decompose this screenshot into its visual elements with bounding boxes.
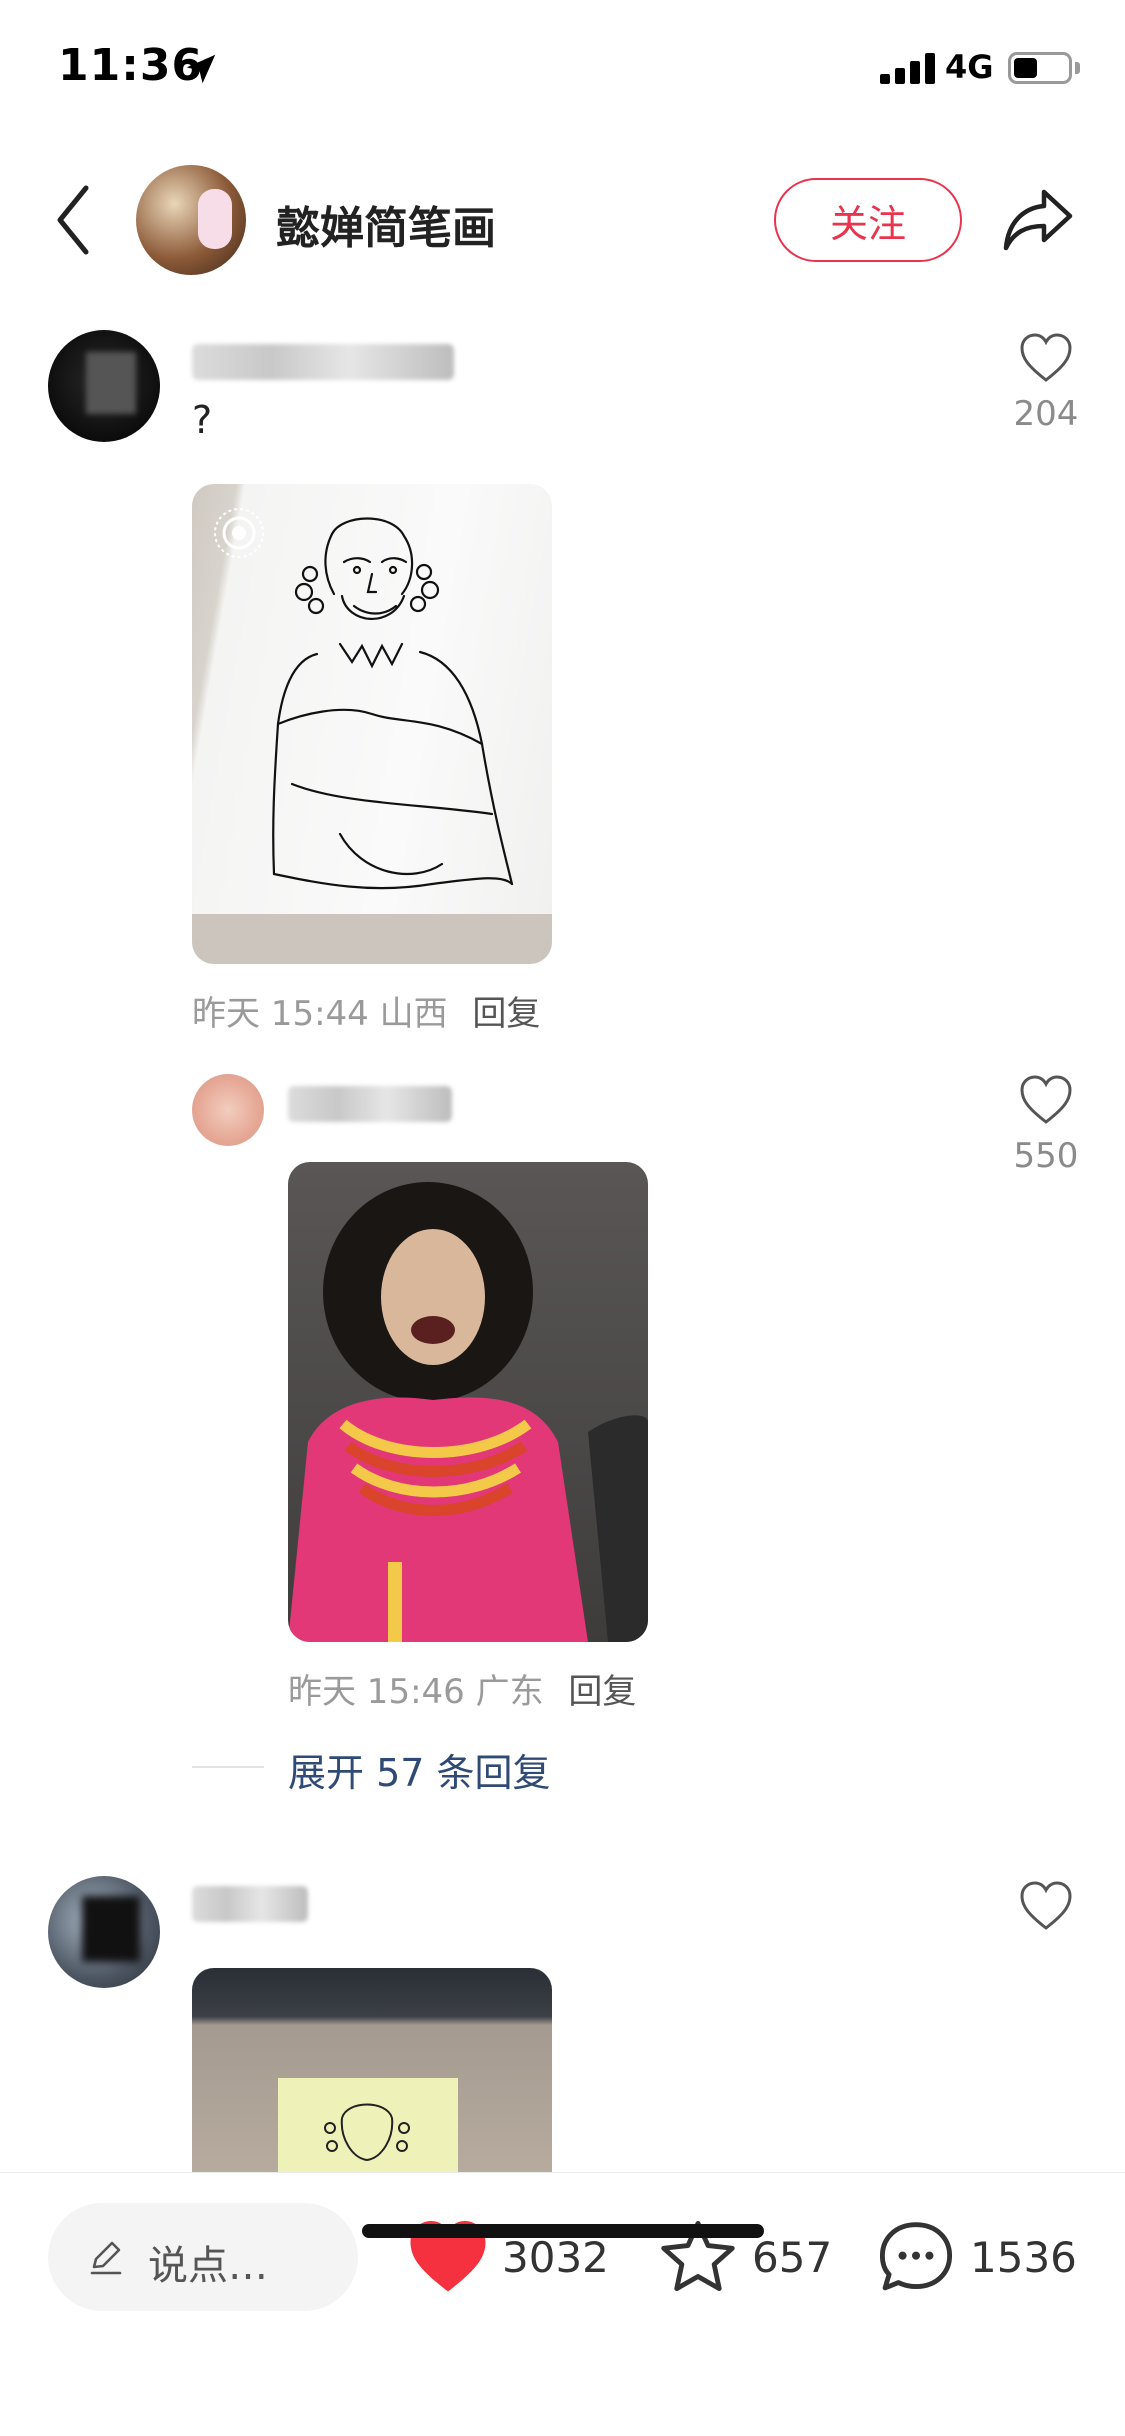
battery-cap — [1075, 62, 1080, 74]
sticky-note-picture — [278, 2078, 458, 2188]
sketch-drawing — [192, 517, 552, 964]
like-button[interactable]: 550 — [1006, 1074, 1086, 1176]
bottom-action-bar: 说点… 3032 657 1536 — [0, 2172, 1125, 2436]
blurred-username: ▪▪▪▪▪ — [192, 1886, 308, 1922]
back-icon[interactable] — [48, 180, 98, 260]
comments-button[interactable]: 1536 — [874, 2211, 1077, 2303]
nav-header: 懿婵简笔画 关注 — [0, 150, 1125, 290]
expand-divider — [192, 1766, 264, 1768]
reply-meta: 昨天 15:46 广东 回复 — [288, 1664, 636, 1713]
pencil-icon — [90, 2241, 122, 2275]
blurred-username: ▪▪▪▪▪▪▪▪▪ — [288, 1086, 452, 1122]
comment-meta: 昨天 15:44 山西 回复 — [192, 986, 540, 1035]
expand-replies-link[interactable]: 展开 57 条回复 — [288, 1742, 551, 1797]
status-bar: 11:36 4G — [0, 0, 1125, 132]
replier-name[interactable]: ▪▪▪▪▪▪▪▪▪ — [288, 1086, 558, 1130]
favorite-count: 657 — [752, 2232, 833, 2282]
comment-image[interactable] — [192, 1968, 552, 2188]
author-avatar[interactable] — [136, 165, 246, 275]
location-arrow-icon — [186, 54, 216, 84]
comment-image[interactable] — [192, 484, 552, 964]
battery-fill — [1014, 58, 1037, 78]
comment-text: ? — [192, 398, 213, 442]
reply-button[interactable]: 回复 — [472, 994, 540, 1034]
comment-count: 1536 — [970, 2232, 1077, 2282]
like-button[interactable] — [1006, 1880, 1086, 1936]
signal-icon — [880, 52, 936, 84]
commenter-avatar[interactable] — [48, 1876, 160, 1988]
comment-input[interactable]: 说点… — [48, 2203, 358, 2311]
commenter-name[interactable]: ▪▪▪▪▪ — [192, 1886, 462, 1930]
like-count: 204 — [1013, 394, 1079, 434]
author-name[interactable]: 懿婵简笔画 — [276, 192, 496, 256]
replier-avatar[interactable] — [192, 1074, 264, 1146]
heart-outline-icon — [1020, 1075, 1072, 1124]
share-icon[interactable] — [1000, 184, 1076, 256]
network-label: 4G — [945, 48, 994, 86]
commenter-name[interactable]: ▪▪▪▪▪▪▪▪▪▪▪▪▪▪▪ — [192, 344, 462, 388]
home-indicator — [362, 2224, 764, 2238]
heart-outline-icon — [1020, 333, 1072, 382]
comment-time-location: 昨天 15:44 山西 — [192, 994, 448, 1034]
meme-picture — [288, 1182, 648, 1642]
reply-image[interactable] — [288, 1162, 648, 1642]
heart-outline-icon — [1020, 1881, 1072, 1930]
follow-button[interactable]: 关注 — [774, 178, 962, 262]
commenter-avatar[interactable] — [48, 330, 160, 442]
like-button[interactable]: 204 — [1006, 332, 1086, 434]
comment-input-placeholder: 说点… — [148, 2243, 268, 2289]
blurred-username: ▪▪▪▪▪▪▪▪▪▪▪▪▪▪▪ — [192, 344, 454, 380]
post-like-count: 3032 — [502, 2232, 609, 2282]
comment-bubble-icon — [879, 2222, 953, 2291]
battery-icon — [1008, 52, 1072, 84]
like-count: 550 — [1013, 1136, 1079, 1176]
reply-time-location: 昨天 15:46 广东 — [288, 1672, 544, 1712]
reply-button[interactable]: 回复 — [568, 1672, 636, 1712]
